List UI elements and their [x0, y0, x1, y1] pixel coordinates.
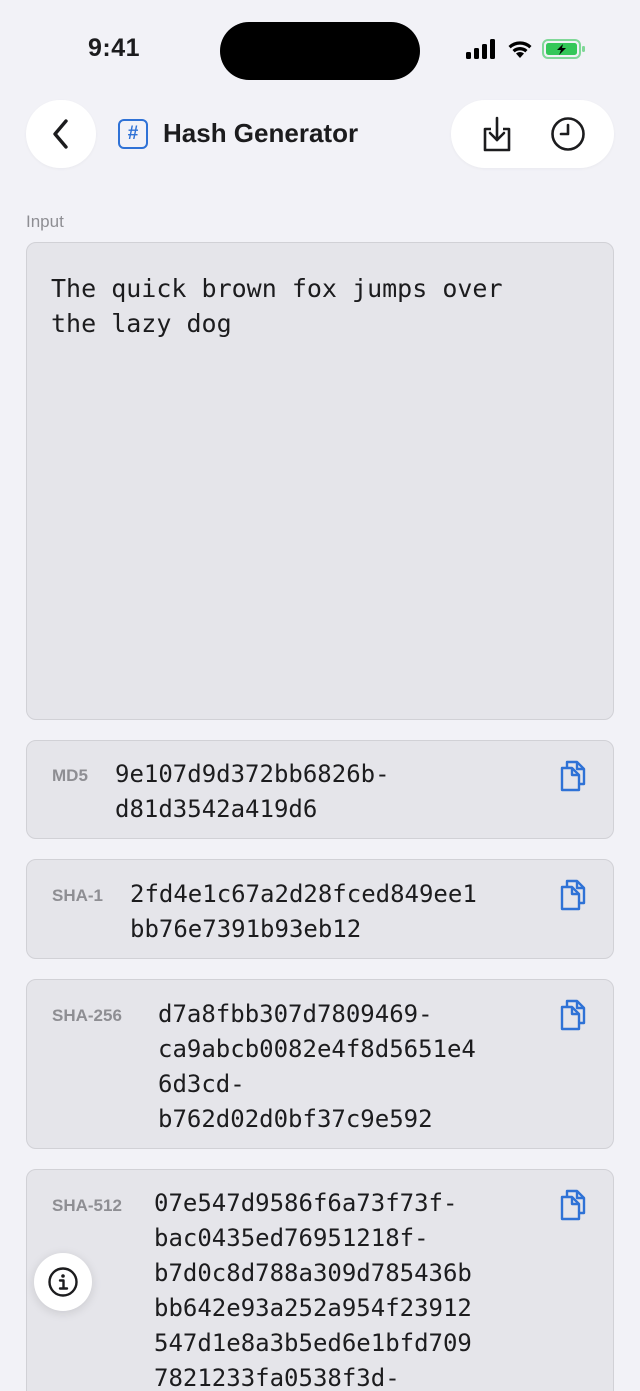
hash-label: SHA-512: [52, 1196, 122, 1215]
download-button[interactable]: [472, 109, 522, 159]
page-title: Hash Generator: [163, 118, 359, 148]
copy-button[interactable]: [557, 996, 589, 1032]
page-title-group: # Hash Generator: [118, 118, 358, 149]
input-label: Input: [26, 212, 64, 231]
input-text-area[interactable]: The quick brown fox jumps over the lazy …: [26, 242, 614, 720]
copy-button[interactable]: [557, 876, 589, 912]
status-icons: [466, 38, 586, 60]
hash-label: SHA-256: [52, 1006, 122, 1025]
hash-value[interactable]: 9e107d9d372bb6826b- d81d3542a419d6: [115, 757, 390, 827]
hash-card-sha1: SHA-1 2fd4e1c67a2d28fced849ee1 bb76e7391…: [26, 859, 614, 959]
hash-value[interactable]: 2fd4e1c67a2d28fced849ee1 bb76e7391b93eb1…: [130, 877, 477, 947]
hash-value[interactable]: 07e547d9586f6a73f73f- bac0435ed76951218f…: [154, 1186, 472, 1391]
signal-icon: [466, 39, 495, 59]
copy-icon: [560, 1189, 586, 1221]
info-button[interactable]: [34, 1253, 92, 1311]
screen: 9:41 # Hash Generator Input The quick br…: [0, 0, 640, 1391]
history-button[interactable]: [543, 109, 593, 159]
copy-button[interactable]: [557, 1186, 589, 1222]
history-clock-icon: [551, 117, 586, 151]
dynamic-island: [220, 22, 420, 80]
copy-button[interactable]: [557, 757, 589, 793]
battery-icon: [542, 39, 585, 59]
hash-label: SHA-1: [52, 886, 104, 905]
copy-icon: [560, 879, 586, 911]
info-icon: [48, 1267, 78, 1297]
hash-label: MD5: [52, 766, 88, 785]
hash-icon: #: [118, 118, 148, 149]
hash-card-md5: MD5 9e107d9d372bb6826b- d81d3542a419d6: [26, 740, 614, 839]
wifi-icon: [508, 41, 532, 58]
hash-value[interactable]: d7a8fbb307d7809469- ca9abcb0082e4f8d5651…: [158, 997, 476, 1137]
hash-card-sha512: SHA-512 07e547d9586f6a73f73f- bac0435ed7…: [26, 1169, 614, 1391]
download-icon: [483, 116, 511, 152]
copy-icon: [560, 999, 586, 1031]
toolbar-actions: [451, 100, 614, 168]
back-chevron-icon: [53, 119, 68, 149]
status-time: 9:41: [88, 34, 141, 62]
hash-card-sha256: SHA-256 d7a8fbb307d7809469- ca9abcb0082e…: [26, 979, 614, 1149]
back-button[interactable]: [26, 100, 96, 168]
copy-icon: [560, 760, 586, 792]
